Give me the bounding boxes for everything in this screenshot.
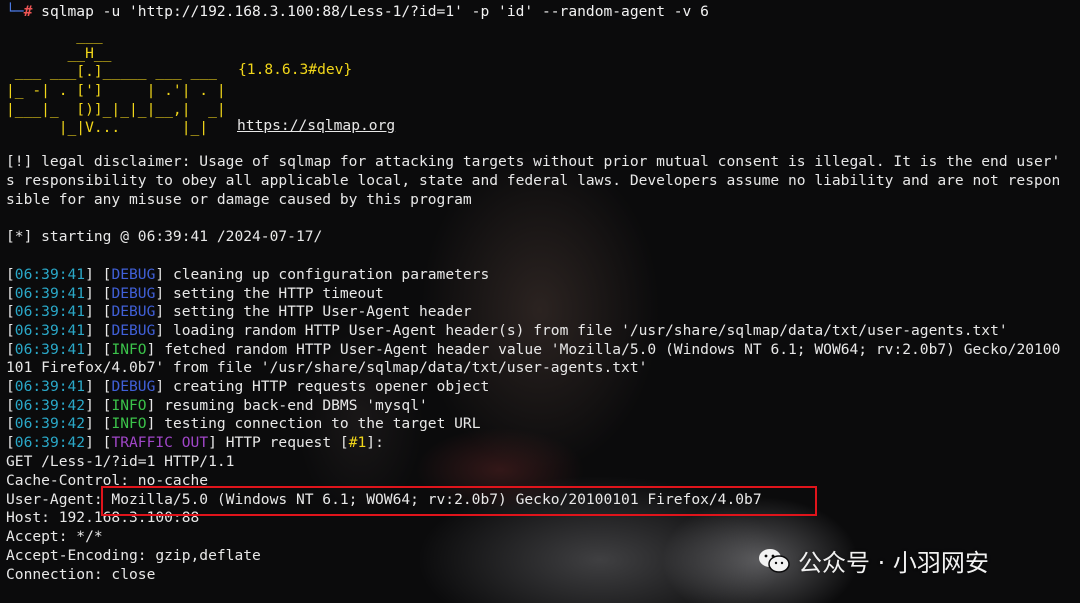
log-level: INFO (111, 341, 147, 358)
log-line: [06:39:42] [INFO] resuming back-end DBMS… (6, 397, 428, 414)
log-timestamp: 06:39:41 (14, 322, 86, 339)
log-line: [06:39:41] [DEBUG] loading random HTTP U… (6, 322, 1008, 339)
logo-line-2: __H__ (6, 45, 112, 62)
log-message: setting the HTTP timeout (164, 285, 384, 302)
log-message-tail: ]: (366, 434, 384, 451)
request-line: GET /Less-1/?id=1 HTTP/1.1 (6, 453, 235, 470)
logo-line-5: |___|_ [)]_|_|_|__,| _| (6, 101, 235, 118)
log-message: creating HTTP requests opener object (164, 378, 490, 395)
log-timestamp: 06:39:41 (14, 285, 86, 302)
sqlmap-site-link[interactable]: https://sqlmap.org (237, 117, 395, 135)
prompt-marker: └─ (6, 3, 24, 20)
log-line-continuation: 101 Firefox/4.0b7' from file '/usr/share… (6, 359, 648, 376)
request-header: Accept-Encoding: gzip,deflate (6, 547, 261, 564)
log-level: INFO (111, 415, 147, 432)
sqlmap-version: {1.8.6.3#dev} (238, 61, 353, 78)
log-level: TRAFFIC OUT (111, 434, 209, 451)
log-timestamp: 06:39:42 (14, 397, 86, 414)
watermark: 公众号 · 小羽网安 (758, 543, 989, 578)
log-message: testing connection to the target URL (155, 415, 481, 432)
log-line: [06:39:42] [INFO] testing connection to … (6, 415, 481, 432)
logo-line-4: |_ -| . ['] | .'| . | (6, 82, 235, 99)
log-line: [06:39:41] [DEBUG] setting the HTTP time… (6, 285, 384, 302)
log-line: [06:39:41] [DEBUG] setting the HTTP User… (6, 303, 472, 320)
log-level: DEBUG (111, 285, 156, 302)
log-line: [06:39:41] [DEBUG] creating HTTP request… (6, 378, 490, 395)
log-message: fetched random HTTP User-Agent header va… (155, 341, 1061, 358)
log-timestamp: 06:39:41 (14, 303, 86, 320)
log-level: DEBUG (111, 303, 156, 320)
request-header: Accept: */* (6, 528, 103, 545)
command-text: sqlmap -u 'http://192.168.3.100:88/Less-… (32, 3, 709, 20)
log-timestamp: 06:39:41 (14, 341, 86, 358)
disclaimer-line-3: sible for any misuse or damage caused by… (6, 191, 472, 208)
log-message: resuming back-end DBMS 'mysql' (155, 397, 428, 414)
disclaimer-line-2: s responsibility to obey all applicable … (6, 172, 1061, 189)
log-level: DEBUG (111, 378, 156, 395)
request-header: Connection: close (6, 566, 156, 583)
wechat-icon (759, 548, 790, 573)
logo-line-6: |_|V... |_| (6, 119, 235, 136)
log-timestamp: 06:39:42 (14, 434, 86, 451)
disclaimer-line-1: [!] legal disclaimer: Usage of sqlmap fo… (6, 153, 1061, 170)
logo-line-3: ___ ___[.]_____ ___ ___ (6, 63, 235, 80)
log-timestamp: 06:39:41 (14, 378, 86, 395)
log-message: HTTP request [ (216, 434, 349, 451)
log-line: [06:39:41] [INFO] fetched random HTTP Us… (6, 341, 1061, 358)
log-level: DEBUG (111, 322, 156, 339)
logo-line-1: ___ (6, 27, 103, 44)
log-timestamp: 06:39:41 (14, 266, 86, 283)
log-message: setting the HTTP User-Agent header (164, 303, 472, 320)
starting-line: [*] starting @ 06:39:41 /2024-07-17/ (6, 228, 323, 245)
log-level: INFO (111, 397, 147, 414)
log-line: [06:39:41] [DEBUG] cleaning up configura… (6, 266, 490, 283)
log-timestamp: 06:39:42 (14, 415, 86, 432)
request-number: #1 (348, 434, 367, 451)
log-line: [06:39:42] [TRAFFIC OUT] HTTP request [#… (6, 434, 384, 451)
watermark-text: 公众号 · 小羽网安 (798, 549, 989, 577)
log-message: cleaning up configuration parameters (164, 266, 490, 283)
command-prompt-line: └─# sqlmap -u 'http://192.168.3.100:88/L… (6, 3, 709, 21)
log-level: DEBUG (111, 266, 156, 283)
user-agent-highlight-box (101, 486, 817, 516)
log-message: loading random HTTP User-Agent header(s)… (164, 322, 1008, 339)
